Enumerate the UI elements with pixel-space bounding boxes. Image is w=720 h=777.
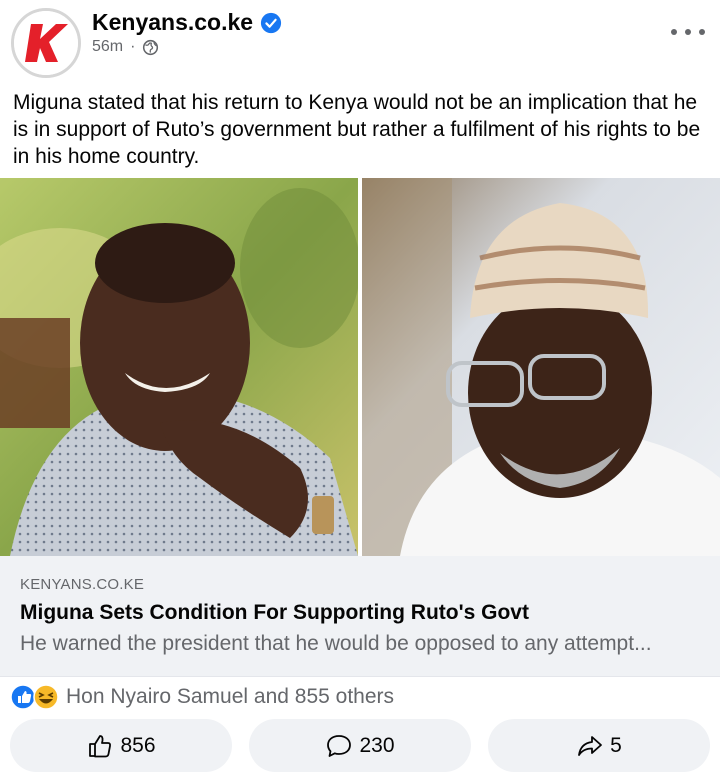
kenyans-logo-icon (14, 11, 78, 75)
comment-button[interactable]: 230 (249, 719, 471, 772)
link-domain: KENYANS.CO.KE (20, 576, 145, 593)
link-title[interactable]: Miguna Sets Condition For Supporting Rut… (20, 601, 529, 625)
thumbs-up-icon (89, 734, 112, 757)
globe-icon (143, 39, 159, 55)
like-count: 856 (120, 733, 156, 757)
page-avatar[interactable] (11, 8, 81, 78)
share-count: 5 (610, 733, 622, 757)
more-dot-icon (685, 29, 691, 35)
more-dot-icon (671, 29, 677, 35)
reaction-icons (10, 684, 59, 710)
like-button[interactable]: 856 (10, 719, 232, 772)
post-photo[interactable] (0, 178, 720, 556)
share-button[interactable]: 5 (488, 719, 710, 772)
reactions-summary-text[interactable]: Hon Nyairo Samuel and 855 others (66, 685, 394, 709)
comment-count: 230 (359, 733, 395, 757)
post-meta: 56m · (92, 38, 159, 56)
post-photo-image (0, 178, 720, 556)
comment-icon (327, 734, 352, 757)
more-options-button[interactable] (671, 22, 705, 42)
verified-badge-icon (261, 12, 282, 33)
meta-separator: · (130, 38, 136, 55)
link-preview-card[interactable]: KENYANS.CO.KE Miguna Sets Condition For … (0, 556, 720, 676)
post-caption: Miguna stated that his return to Kenya w… (13, 91, 701, 168)
share-arrow-icon (578, 735, 603, 756)
more-dot-icon (699, 29, 705, 35)
post-header: Kenyans.co.ke 56m · (0, 0, 720, 80)
reactions-summary[interactable]: Hon Nyairo Samuel and 855 others (0, 676, 720, 716)
page-name[interactable]: Kenyans.co.ke (92, 9, 282, 36)
page-name-text[interactable]: Kenyans.co.ke (92, 9, 253, 36)
post-actions: 856 230 5 (0, 716, 720, 777)
haha-reaction-icon (33, 684, 59, 710)
post-timestamp[interactable]: 56m (92, 38, 123, 56)
like-reaction-icon (10, 684, 36, 710)
link-description: He warned the president that he would be… (20, 632, 652, 655)
